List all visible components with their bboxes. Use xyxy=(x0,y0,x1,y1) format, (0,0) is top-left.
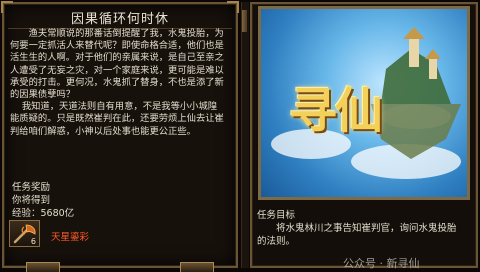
watermark: 公众号 · 新寻仙 xyxy=(343,257,420,270)
scrollbar-thumb[interactable] xyxy=(242,10,247,32)
quest-title: 因果循环何时休 xyxy=(8,6,232,29)
goal-text: 将水鬼林川之事告知崔判官，询问水鬼投胎的法则。 xyxy=(257,223,457,247)
quest-story-text: 渔夫常顺说的那番话倒提醒了我，水鬼投胎，为何要一定抓活人来替代呢？即使命格合适，… xyxy=(10,28,224,137)
accept-button[interactable] xyxy=(26,262,60,272)
scrollbar-track[interactable] xyxy=(241,2,249,268)
reward-item-slot[interactable]: 6 xyxy=(9,220,40,247)
reward-gain-label: 你将得到 xyxy=(12,195,51,206)
reward-heading: 任务奖励 xyxy=(12,182,51,193)
reward-exp-value: 经验：5680亿 xyxy=(12,208,75,219)
goal-heading: 任务目标 xyxy=(257,210,296,221)
item-count: 6 xyxy=(30,237,36,246)
reward-item-name[interactable]: 天星鎏彩 xyxy=(51,229,89,243)
close-button[interactable] xyxy=(180,262,214,272)
quest-illustration: 寻仙 xyxy=(258,6,470,200)
game-logo: 寻仙 xyxy=(289,83,383,139)
